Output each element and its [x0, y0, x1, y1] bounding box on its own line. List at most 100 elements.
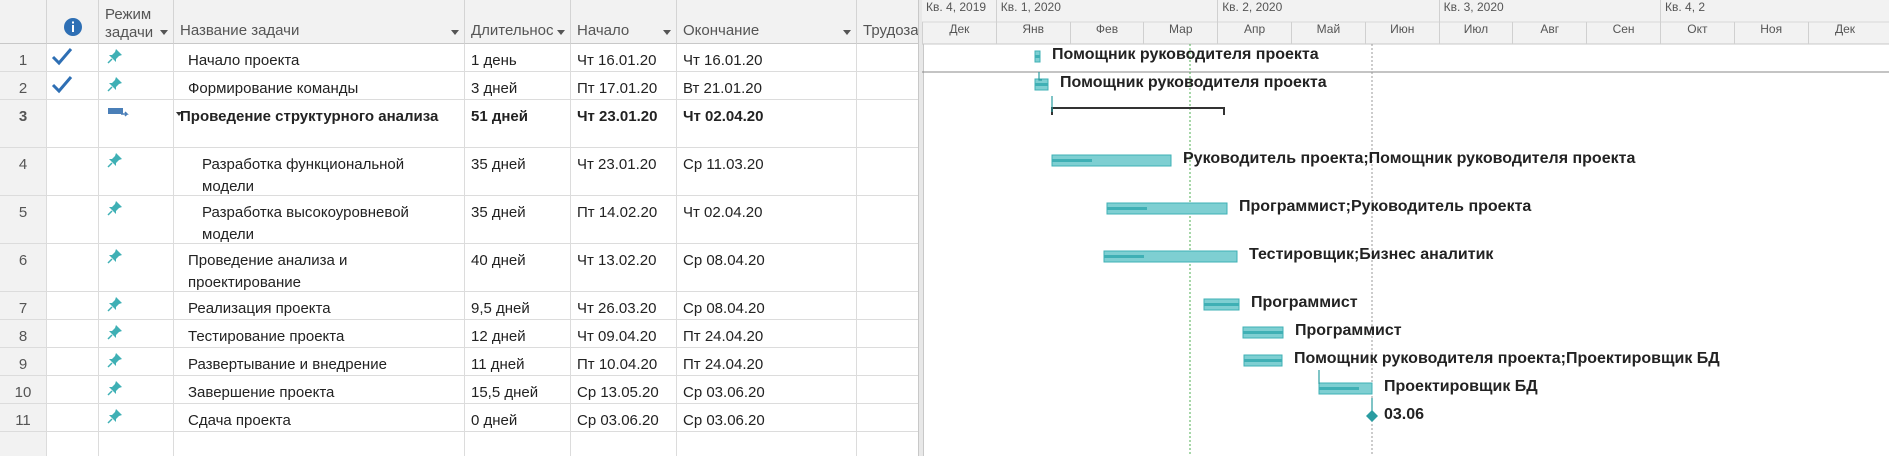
task-mode-header[interactable]: Режим задачи [99, 0, 174, 44]
empty-cell[interactable] [47, 432, 99, 456]
duration-cell[interactable]: 15,5 дней [465, 376, 571, 403]
duration-cell[interactable]: 40 дней [465, 244, 571, 291]
finish-cell[interactable]: Вт 21.01.20 [677, 72, 857, 99]
task-name-header[interactable]: Название задачи [174, 0, 465, 44]
empty-cell[interactable] [0, 432, 47, 456]
duration-cell[interactable]: 3 дней [465, 72, 571, 99]
duration-cell[interactable]: 11 дней [465, 348, 571, 375]
empty-cell[interactable] [677, 432, 857, 456]
work-cell[interactable] [857, 292, 922, 319]
table-row[interactable]: 3 Проведение структурного анализа 51 дней Ч… [0, 100, 922, 148]
start-cell[interactable]: Чт 23.01.20 [571, 100, 677, 147]
indicators-cell[interactable] [47, 348, 99, 375]
chevron-down-icon[interactable] [451, 30, 459, 35]
task-mode-cell[interactable] [99, 148, 174, 195]
task-mode-cell[interactable] [99, 348, 174, 375]
row-number[interactable]: 11 [0, 404, 47, 431]
finish-header[interactable]: Окончание [677, 0, 857, 44]
start-cell[interactable]: Чт 26.03.20 [571, 292, 677, 319]
row-number[interactable]: 4 [0, 148, 47, 195]
empty-cell[interactable] [99, 432, 174, 456]
finish-cell[interactable]: Ср 11.03.20 [677, 148, 857, 195]
row-number[interactable]: 2 [0, 72, 47, 99]
work-cell[interactable] [857, 244, 922, 291]
empty-cell[interactable] [174, 432, 465, 456]
task-name-cell[interactable]: Завершение проекта [174, 376, 465, 403]
task-mode-cell[interactable] [99, 244, 174, 291]
start-cell[interactable]: Пт 10.04.20 [571, 348, 677, 375]
finish-cell[interactable]: Ср 03.06.20 [677, 376, 857, 403]
table-row[interactable]: 1 Начало проекта 1 день Чт 16.01.20 Чт 16.01… [0, 44, 922, 72]
task-mode-cell[interactable] [99, 292, 174, 319]
finish-cell[interactable]: Пт 24.04.20 [677, 348, 857, 375]
start-cell[interactable]: Пт 17.01.20 [571, 72, 677, 99]
row-number[interactable]: 7 [0, 292, 47, 319]
indicators-cell[interactable] [47, 44, 99, 71]
task-name-cell[interactable]: Разработка функциональной модели [174, 148, 465, 195]
table-row[interactable]: 4 Разработка функциональной модели 35 дней… [0, 148, 922, 196]
duration-cell[interactable]: 35 дней [465, 196, 571, 243]
indicators-cell[interactable] [47, 292, 99, 319]
empty-cell[interactable] [465, 432, 571, 456]
work-header[interactable]: Трудозат [857, 0, 922, 44]
duration-cell[interactable]: 0 дней [465, 404, 571, 431]
work-cell[interactable] [857, 320, 922, 347]
start-header[interactable]: Начало [571, 0, 677, 44]
indicators-cell[interactable] [47, 72, 99, 99]
indicators-cell[interactable] [47, 196, 99, 243]
duration-cell[interactable]: 35 дней [465, 148, 571, 195]
task-mode-cell[interactable] [99, 44, 174, 71]
duration-cell[interactable]: 1 день [465, 44, 571, 71]
table-row[interactable]: 8 Тестирование проекта 12 дней Чт 09.04.20 П… [0, 320, 922, 348]
task-mode-cell[interactable] [99, 100, 174, 147]
task-name-cell[interactable]: Тестирование проекта [174, 320, 465, 347]
start-cell[interactable]: Чт 23.01.20 [571, 148, 677, 195]
indicators-cell[interactable] [47, 404, 99, 431]
row-number[interactable]: 6 [0, 244, 47, 291]
task-mode-cell[interactable] [99, 404, 174, 431]
table-row[interactable]: 9 Развертывание и внедрение 11 дней Пт 10.0… [0, 348, 922, 376]
finish-cell[interactable]: Ср 03.06.20 [677, 404, 857, 431]
table-row[interactable]: 6 Проведение анализа и проектирование 40 д… [0, 244, 922, 292]
duration-cell[interactable]: 9,5 дней [465, 292, 571, 319]
start-cell[interactable]: Пт 14.02.20 [571, 196, 677, 243]
task-name-cell[interactable]: Реализация проекта [174, 292, 465, 319]
table-row[interactable]: 5 Разработка высокоуровневой модели 35 дне… [0, 196, 922, 244]
task-name-cell[interactable]: Проведение анализа и проектирование [174, 244, 465, 291]
table-row[interactable]: 11 Сдача проекта 0 дней Ср 03.06.20 Ср 03.06… [0, 404, 922, 432]
table-row[interactable]: 2 Формирование команды 3 дней Пт 17.01.20 Вт… [0, 72, 922, 100]
start-cell[interactable]: Ср 03.06.20 [571, 404, 677, 431]
indicators-header[interactable] [47, 0, 99, 44]
chevron-down-icon[interactable] [160, 30, 168, 35]
chevron-down-icon[interactable] [843, 30, 851, 35]
empty-cell[interactable] [571, 432, 677, 456]
duration-header[interactable]: Длительнос [465, 0, 571, 44]
row-number-header[interactable] [0, 0, 47, 44]
finish-cell[interactable]: Пт 24.04.20 [677, 320, 857, 347]
work-cell[interactable] [857, 72, 922, 99]
duration-cell[interactable]: 12 дней [465, 320, 571, 347]
table-row[interactable]: 7 Реализация проекта 9,5 дней Чт 26.03.20 Ср… [0, 292, 922, 320]
task-name-cell[interactable]: Начало проекта [174, 44, 465, 71]
indicators-cell[interactable] [47, 100, 99, 147]
task-name-cell[interactable]: Развертывание и внедрение [174, 348, 465, 375]
task-name-cell[interactable]: Разработка высокоуровневой модели [174, 196, 465, 243]
indicators-cell[interactable] [47, 148, 99, 195]
table-row[interactable]: 10 Завершение проекта 15,5 дней Ср 13.05.20… [0, 376, 922, 404]
task-mode-cell[interactable] [99, 320, 174, 347]
task-mode-cell[interactable] [99, 196, 174, 243]
empty-rows-area[interactable] [0, 432, 922, 456]
work-cell[interactable] [857, 44, 922, 71]
chevron-down-icon[interactable] [663, 30, 671, 35]
duration-cell[interactable]: 51 дней [465, 100, 571, 147]
work-cell[interactable] [857, 404, 922, 431]
task-mode-cell[interactable] [99, 376, 174, 403]
row-number[interactable]: 9 [0, 348, 47, 375]
row-number[interactable]: 10 [0, 376, 47, 403]
work-cell[interactable] [857, 376, 922, 403]
start-cell[interactable]: Чт 16.01.20 [571, 44, 677, 71]
task-name-cell[interactable]: Формирование команды [174, 72, 465, 99]
finish-cell[interactable]: Чт 02.04.20 [677, 100, 857, 147]
work-cell[interactable] [857, 348, 922, 375]
task-mode-cell[interactable] [99, 72, 174, 99]
